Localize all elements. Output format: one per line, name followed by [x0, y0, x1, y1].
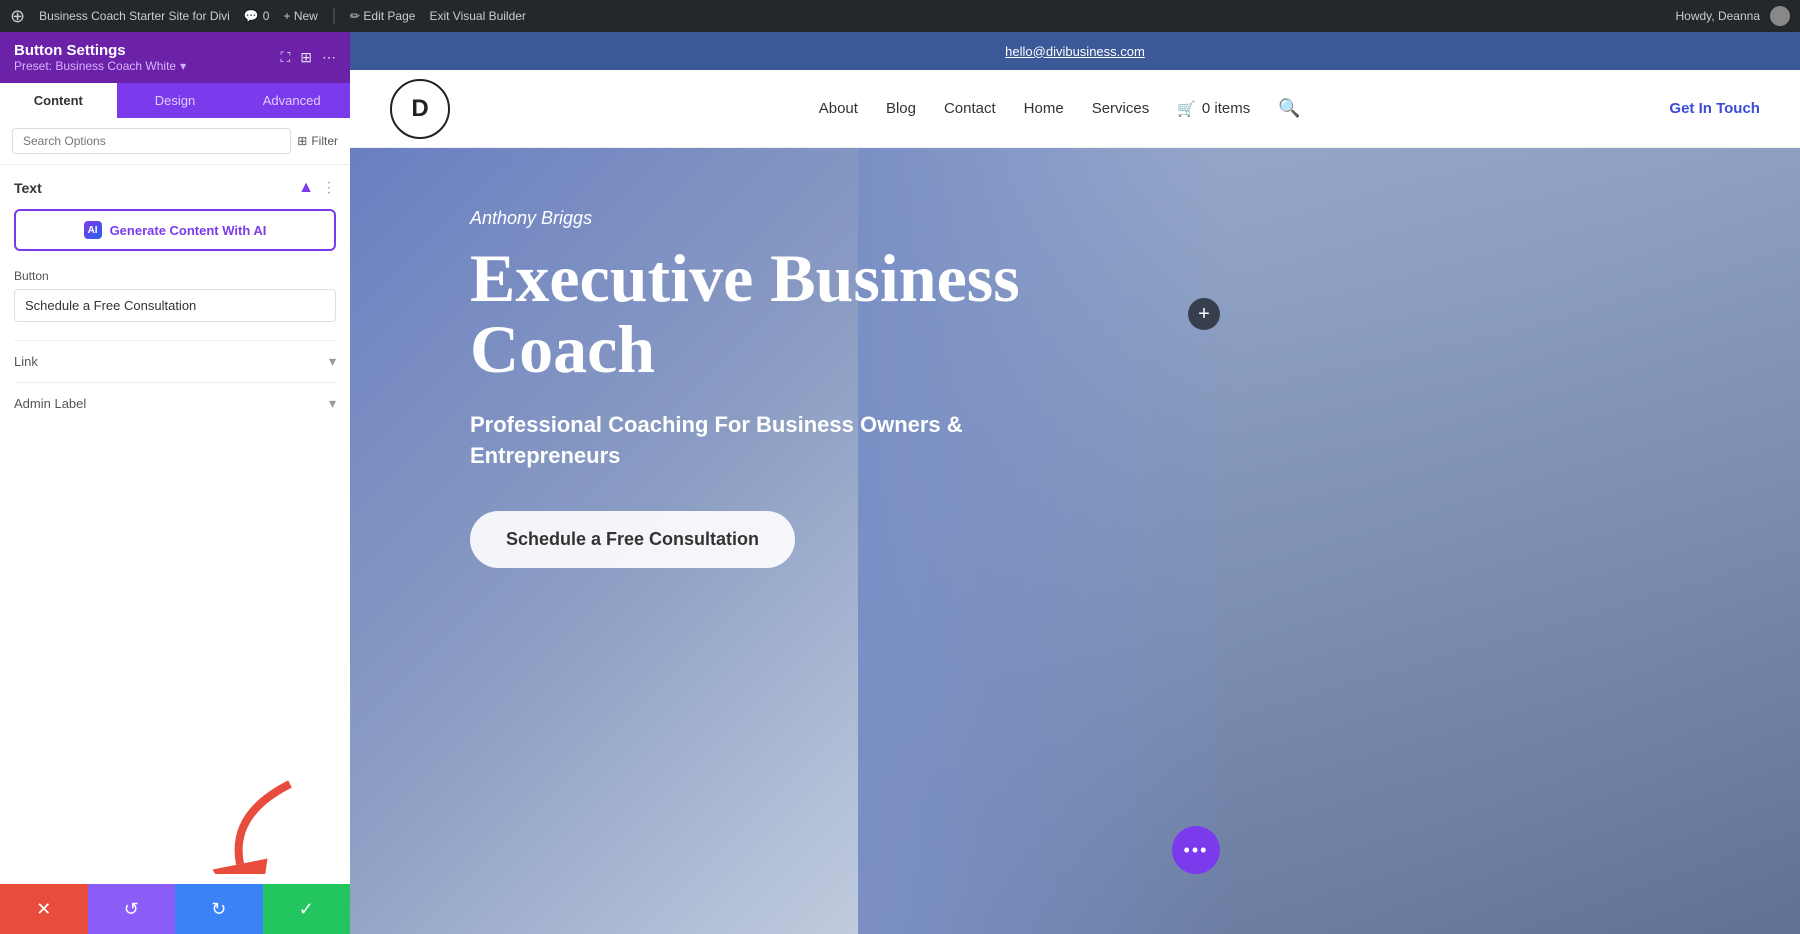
- text-section-header: Text ▲ ⋮: [14, 179, 336, 197]
- new-content-btn[interactable]: + New: [283, 9, 317, 23]
- hero-subtitle: Professional Coaching For Business Owner…: [470, 410, 1020, 472]
- link-accordion-title: Link: [14, 354, 38, 369]
- nav-cta-button[interactable]: Get In Touch: [1669, 100, 1760, 117]
- edit-page-btn[interactable]: ✏ Edit Page: [350, 9, 415, 23]
- ai-icon: AI: [84, 221, 102, 239]
- hero-cta-button[interactable]: Schedule a Free Consultation: [470, 511, 795, 568]
- cart-items-count: 0 items: [1202, 100, 1250, 117]
- nav-home[interactable]: Home: [1024, 100, 1064, 117]
- cart-icon: 🛒: [1177, 100, 1196, 118]
- button-field-label: Button: [14, 269, 336, 283]
- panel-preset[interactable]: Preset: Business Coach White ▾: [14, 59, 186, 73]
- comments-link[interactable]: 💬 0: [244, 9, 270, 23]
- panel-search-bar: ⊞ Filter: [0, 118, 350, 165]
- plus-icon: +: [1198, 303, 1210, 326]
- site-name-label: Business Coach Starter Site for Divi: [39, 9, 230, 23]
- section-more-icon[interactable]: ⋮: [322, 179, 336, 197]
- admin-label-chevron-icon: ▾: [329, 395, 336, 412]
- add-element-button[interactable]: +: [1188, 298, 1220, 330]
- text-section-title: Text: [14, 180, 42, 196]
- wp-admin-bar: ⊕ Business Coach Starter Site for Divi 💬…: [0, 0, 1800, 32]
- hero-section: Anthony Briggs Executive Business Coach …: [350, 148, 1800, 934]
- wp-logo-icon[interactable]: ⊕: [10, 6, 25, 27]
- site-logo: D: [390, 79, 450, 139]
- panel-content: Text ▲ ⋮ AI Generate Content With AI But…: [0, 165, 350, 887]
- filter-icon: ⊞: [297, 134, 307, 148]
- tab-advanced[interactable]: Advanced: [233, 83, 350, 118]
- comments-icon: 💬: [244, 9, 259, 23]
- panel-tabs: Content Design Advanced: [0, 83, 350, 118]
- exit-builder-btn[interactable]: Exit Visual Builder: [429, 9, 526, 23]
- fullscreen-icon[interactable]: ⛶: [280, 49, 290, 66]
- collapse-icon[interactable]: ▲: [298, 179, 314, 197]
- purple-menu-button[interactable]: •••: [1172, 826, 1220, 874]
- nav-cart[interactable]: 🛒 0 items: [1177, 100, 1250, 118]
- tab-design[interactable]: Design: [117, 83, 234, 118]
- button-text-input[interactable]: [14, 289, 336, 322]
- hero-title: Executive Business Coach: [470, 243, 1020, 386]
- more-icon[interactable]: ⋯: [322, 49, 336, 66]
- button-field-group: Button: [14, 269, 336, 322]
- nav-links: About Blog Contact Home Services 🛒 0 ite…: [819, 98, 1301, 119]
- email-bar: hello@divibusiness.com: [350, 32, 1800, 70]
- hero-content: Anthony Briggs Executive Business Coach …: [470, 208, 1020, 568]
- howdy-label: Howdy, Deanna: [1676, 9, 1761, 23]
- link-accordion[interactable]: Link ▾: [14, 340, 336, 382]
- right-content-area: hello@divibusiness.com D About Blog Cont…: [350, 32, 1800, 934]
- save-button[interactable]: ✓: [263, 884, 351, 934]
- ellipsis-icon: •••: [1184, 840, 1209, 861]
- link-chevron-icon: ▾: [329, 353, 336, 370]
- site-nav: D About Blog Contact Home Services 🛒 0 i…: [350, 70, 1800, 148]
- link-accordion-header[interactable]: Link ▾: [14, 353, 336, 370]
- ai-generate-button[interactable]: AI Generate Content With AI: [14, 209, 336, 251]
- nav-about[interactable]: About: [819, 100, 858, 117]
- grid-icon[interactable]: ⊞: [300, 49, 312, 66]
- bottom-bar: ✕ ↺ ↻ ✓: [0, 884, 350, 934]
- filter-button[interactable]: ⊞ Filter: [297, 134, 338, 148]
- nav-blog[interactable]: Blog: [886, 100, 916, 117]
- tab-content[interactable]: Content: [0, 83, 117, 118]
- panel-header: Button Settings Preset: Business Coach W…: [0, 32, 350, 83]
- search-input[interactable]: [12, 128, 291, 154]
- admin-label-accordion-title: Admin Label: [14, 396, 86, 411]
- hero-author-name: Anthony Briggs: [470, 208, 1020, 229]
- redo-button[interactable]: ↻: [175, 884, 263, 934]
- avatar: [1770, 6, 1790, 26]
- panel-title: Button Settings: [14, 42, 186, 59]
- nav-services[interactable]: Services: [1092, 100, 1150, 117]
- left-panel: Button Settings Preset: Business Coach W…: [0, 32, 350, 934]
- cancel-button[interactable]: ✕: [0, 884, 88, 934]
- search-icon[interactable]: 🔍: [1278, 98, 1300, 119]
- nav-contact[interactable]: Contact: [944, 100, 996, 117]
- email-link[interactable]: hello@divibusiness.com: [1005, 44, 1145, 59]
- admin-label-accordion[interactable]: Admin Label ▾: [14, 382, 336, 424]
- admin-label-accordion-header[interactable]: Admin Label ▾: [14, 395, 336, 412]
- undo-button[interactable]: ↺: [88, 884, 176, 934]
